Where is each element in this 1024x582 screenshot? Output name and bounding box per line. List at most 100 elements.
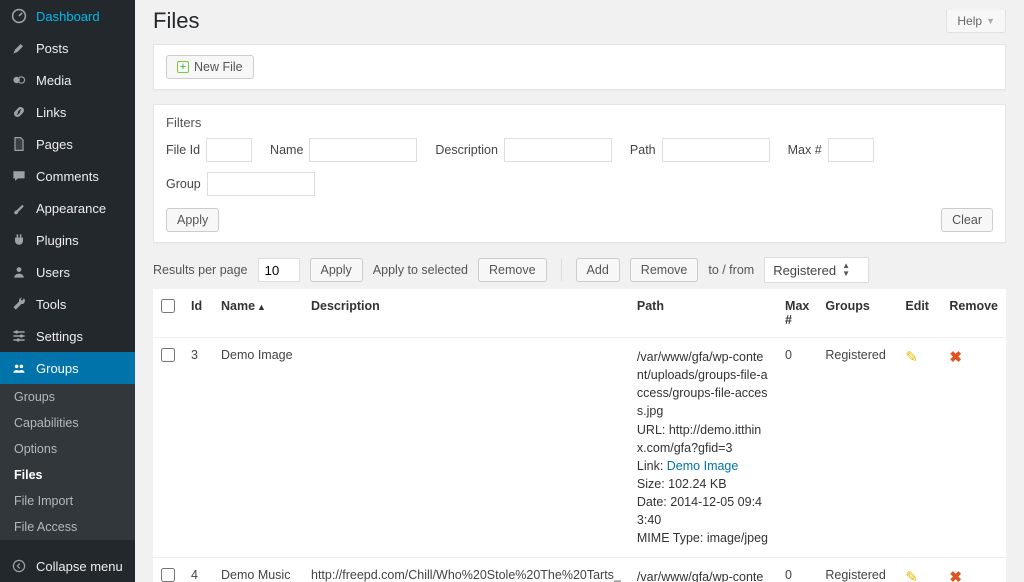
sidebar-item-tools[interactable]: Tools — [0, 288, 135, 320]
submenu-capabilities[interactable]: Capabilities — [0, 410, 135, 436]
plus-icon: + — [177, 61, 189, 73]
filter-file-id-label: File Id — [166, 143, 200, 157]
edit-icon[interactable]: ✎ — [905, 349, 918, 366]
row-max: 0 — [777, 558, 817, 582]
sidebar-item-label: Plugins — [36, 233, 79, 248]
filter-group-label: Group — [166, 177, 201, 191]
groups-icon — [10, 359, 28, 377]
row-groups: Registered — [817, 558, 897, 582]
submenu-file-import[interactable]: File Import — [0, 488, 135, 514]
table-row: 3 Demo Image /var/www/gfa/wp-content/upl… — [153, 338, 1006, 558]
sidebar-item-label: Comments — [36, 169, 99, 184]
main-content: Files Help ▼ + New File Filters File Id … — [135, 0, 1024, 582]
submenu-groups[interactable]: Groups — [0, 384, 135, 410]
sidebar-item-posts[interactable]: Posts — [0, 32, 135, 64]
sidebar-item-appearance[interactable]: Appearance — [0, 192, 135, 224]
per-page-apply-button[interactable]: Apply — [310, 258, 363, 282]
apply-to-selected-label: Apply to selected — [373, 263, 468, 277]
col-name[interactable]: Name▲ — [213, 289, 303, 338]
wrench-icon — [10, 295, 28, 313]
sidebar-item-pages[interactable]: Pages — [0, 128, 135, 160]
filter-group-input[interactable] — [207, 172, 315, 196]
filter-max-label: Max # — [788, 143, 822, 157]
row-name: Demo Image — [213, 338, 303, 558]
submenu-files[interactable]: Files — [0, 462, 135, 488]
col-remove: Remove — [941, 289, 1006, 338]
row-groups: Registered — [817, 338, 897, 558]
collapse-menu[interactable]: Collapse menu — [0, 550, 135, 582]
help-tab[interactable]: Help ▼ — [946, 10, 1006, 33]
files-table: Id Name▲ Description Path Max # Groups E… — [153, 289, 1006, 582]
col-id[interactable]: Id — [183, 289, 213, 338]
sidebar-item-plugins[interactable]: Plugins — [0, 224, 135, 256]
group-select[interactable]: Registered ▲▼ — [764, 257, 869, 283]
results-per-page-input[interactable] — [258, 258, 300, 282]
admin-sidebar: Dashboard Posts Media Links Pages Commen… — [0, 0, 135, 582]
new-file-button[interactable]: + New File — [166, 55, 254, 79]
sidebar-item-label: Dashboard — [36, 9, 100, 24]
row-name: Demo Music MP3 — [213, 558, 303, 582]
filter-name: Name — [270, 138, 417, 162]
sidebar-item-settings[interactable]: Settings — [0, 320, 135, 352]
row-checkbox[interactable] — [161, 348, 175, 362]
col-groups[interactable]: Groups — [817, 289, 897, 338]
pin-icon — [10, 39, 28, 57]
sidebar-item-label: Pages — [36, 137, 73, 152]
row-path: /var/www/gfa/wp-content/uploads/groups-f… — [629, 338, 777, 558]
filters-clear-button[interactable]: Clear — [941, 208, 993, 232]
sidebar-item-dashboard[interactable]: Dashboard — [0, 0, 135, 32]
row-id: 4 — [183, 558, 213, 582]
bulk-remove2-button[interactable]: Remove — [630, 258, 699, 282]
sidebar-item-label: Media — [36, 73, 71, 88]
row-max: 0 — [777, 338, 817, 558]
sidebar-item-links[interactable]: Links — [0, 96, 135, 128]
sidebar-submenu: Groups Capabilities Options Files File I… — [0, 384, 135, 540]
delete-icon[interactable]: ✖ — [949, 569, 962, 582]
filter-description-input[interactable] — [504, 138, 612, 162]
filter-name-input[interactable] — [309, 138, 417, 162]
comment-icon — [10, 167, 28, 185]
filters-apply-button[interactable]: Apply — [166, 208, 219, 232]
select-caret-icon: ▲▼ — [842, 262, 850, 278]
filter-max-input[interactable] — [828, 138, 874, 162]
delete-icon[interactable]: ✖ — [949, 349, 962, 366]
sidebar-item-media[interactable]: Media — [0, 64, 135, 96]
link-icon — [10, 103, 28, 121]
filters-heading: Filters — [166, 115, 993, 130]
col-max[interactable]: Max # — [777, 289, 817, 338]
submenu-file-access[interactable]: File Access — [0, 514, 135, 540]
results-per-page-label: Results per page — [153, 263, 248, 277]
col-path[interactable]: Path — [629, 289, 777, 338]
new-file-panel: + New File — [153, 44, 1006, 90]
sidebar-item-users[interactable]: Users — [0, 256, 135, 288]
filter-path-input[interactable] — [662, 138, 770, 162]
filter-description: Description — [435, 138, 612, 162]
file-link[interactable]: Demo Image — [667, 459, 739, 473]
brush-icon — [10, 199, 28, 217]
submenu-options[interactable]: Options — [0, 436, 135, 462]
sort-asc-icon: ▲ — [257, 302, 266, 312]
collapse-label: Collapse menu — [36, 559, 123, 574]
sidebar-item-comments[interactable]: Comments — [0, 160, 135, 192]
edit-icon[interactable]: ✎ — [905, 569, 918, 582]
filter-group: Group — [166, 172, 315, 196]
new-file-label: New File — [194, 60, 243, 74]
row-checkbox[interactable] — [161, 568, 175, 582]
toolbar-separator — [561, 259, 562, 281]
bulk-remove-button[interactable]: Remove — [478, 258, 547, 282]
to-from-label: to / from — [708, 263, 754, 277]
list-toolbar: Results per page Apply Apply to selected… — [153, 257, 1006, 283]
sidebar-item-label: Posts — [36, 41, 69, 56]
bulk-add-button[interactable]: Add — [576, 258, 620, 282]
sidebar-item-label: Settings — [36, 329, 83, 344]
sidebar-item-groups[interactable]: Groups — [0, 352, 135, 384]
select-all-checkbox[interactable] — [161, 299, 175, 313]
help-label: Help — [957, 14, 982, 28]
filter-file-id-input[interactable] — [206, 138, 252, 162]
filter-path-label: Path — [630, 143, 656, 157]
table-row: 4 Demo Music MP3 http://freepd.com/Chill… — [153, 558, 1006, 582]
col-description[interactable]: Description — [303, 289, 629, 338]
row-path: /var/www/gfa/wp-content/uploads/groups-f… — [629, 558, 777, 582]
media-icon — [10, 71, 28, 89]
page-title: Files — [153, 8, 199, 34]
